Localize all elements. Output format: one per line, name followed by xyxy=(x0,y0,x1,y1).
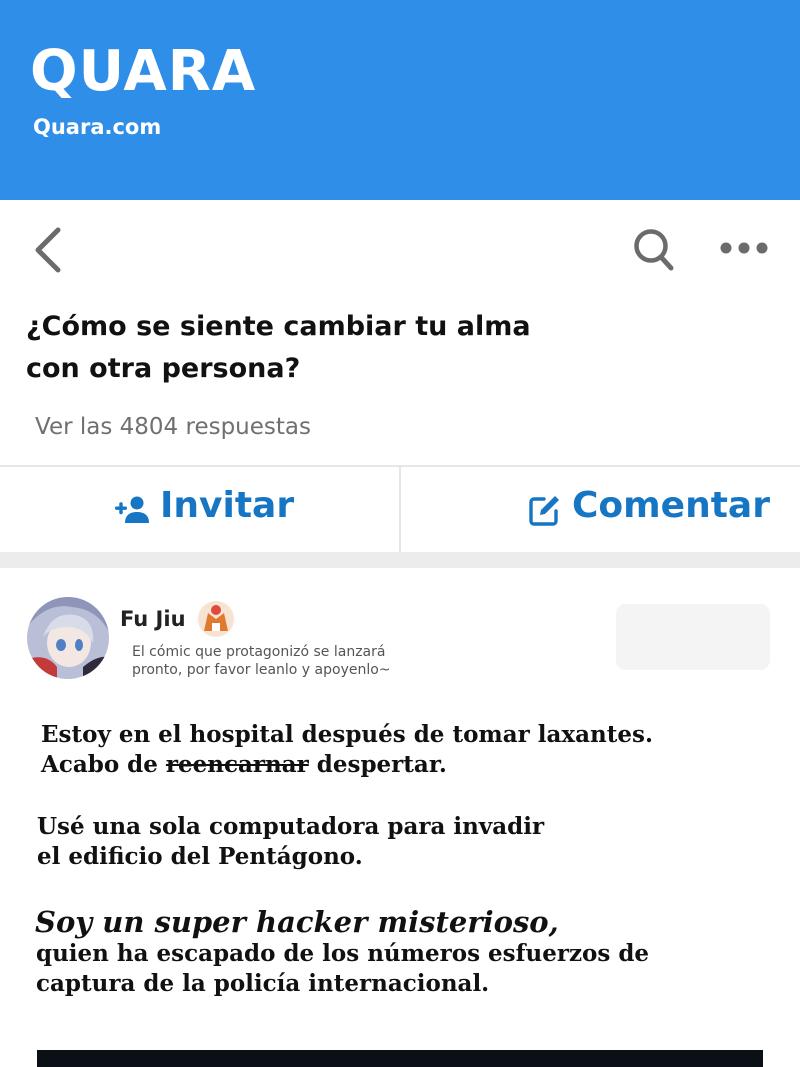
comment-label: Comentar xyxy=(572,485,770,526)
invite-label: Invitar xyxy=(160,485,295,526)
answer-paragraph: quien ha escapado de los números esfuerz… xyxy=(36,939,649,999)
answer-paragraph: Usé una sola computadora para invadir el… xyxy=(37,812,544,872)
answer-heading: Soy un super hacker misterioso, xyxy=(35,905,559,939)
section-separator xyxy=(0,552,800,568)
answer-line: el edificio del Pentágono. xyxy=(37,843,363,870)
answer-line: captura de la policía internacional. xyxy=(36,970,490,997)
follow-button[interactable] xyxy=(616,604,770,670)
edit-icon xyxy=(529,496,559,526)
struck-text: reencarnar xyxy=(165,751,309,778)
avatar[interactable] xyxy=(27,597,109,679)
question-navbar xyxy=(0,200,800,290)
question-title-line: con otra persona? xyxy=(26,353,301,384)
back-button[interactable] xyxy=(26,222,70,278)
answer-line: Usé una sola computadora para invadir xyxy=(37,813,545,840)
avatar-image xyxy=(27,597,109,679)
answer-text-fragment: despertar. xyxy=(308,751,447,778)
badge-icon xyxy=(198,601,234,637)
author-bio-line: El cómic que protagonizó se lanzará xyxy=(132,644,386,660)
answer-text-fragment: Acabo de xyxy=(41,751,166,778)
more-dots-icon xyxy=(720,242,768,254)
brand-domain: Quara.com xyxy=(33,115,162,139)
question-title-line: ¿Cómo se siente cambiar tu alma xyxy=(26,311,531,342)
answer-line: quien ha escapado de los números esfuerz… xyxy=(36,940,650,967)
app-header: QUARA Quara.com xyxy=(0,0,800,200)
view-answers-link[interactable]: Ver las 4804 respuestas xyxy=(35,414,311,440)
search-icon xyxy=(634,229,674,271)
brand-logo-text: QUARA xyxy=(30,39,257,104)
answer-line: Acabo de reencarnar despertar. xyxy=(41,750,653,780)
chevron-left-icon xyxy=(35,227,61,273)
answer-line: Estoy en el hospital después de tomar la… xyxy=(41,721,653,748)
search-button[interactable] xyxy=(628,222,678,276)
more-options-button[interactable] xyxy=(716,230,772,266)
question-title: ¿Cómo se siente cambiar tu alma con otra… xyxy=(26,306,586,390)
answer-image xyxy=(37,1050,763,1067)
author-bio: El cómic que protagonizó se lanzará pron… xyxy=(132,643,422,679)
author-bio-line: pronto, por favor leanlo y apoyenlo~ xyxy=(132,662,391,678)
person-add-icon xyxy=(115,496,149,523)
author-name[interactable]: Fu Jiu xyxy=(120,607,186,631)
answer-paragraph: Estoy en el hospital después de tomar la… xyxy=(41,720,653,780)
